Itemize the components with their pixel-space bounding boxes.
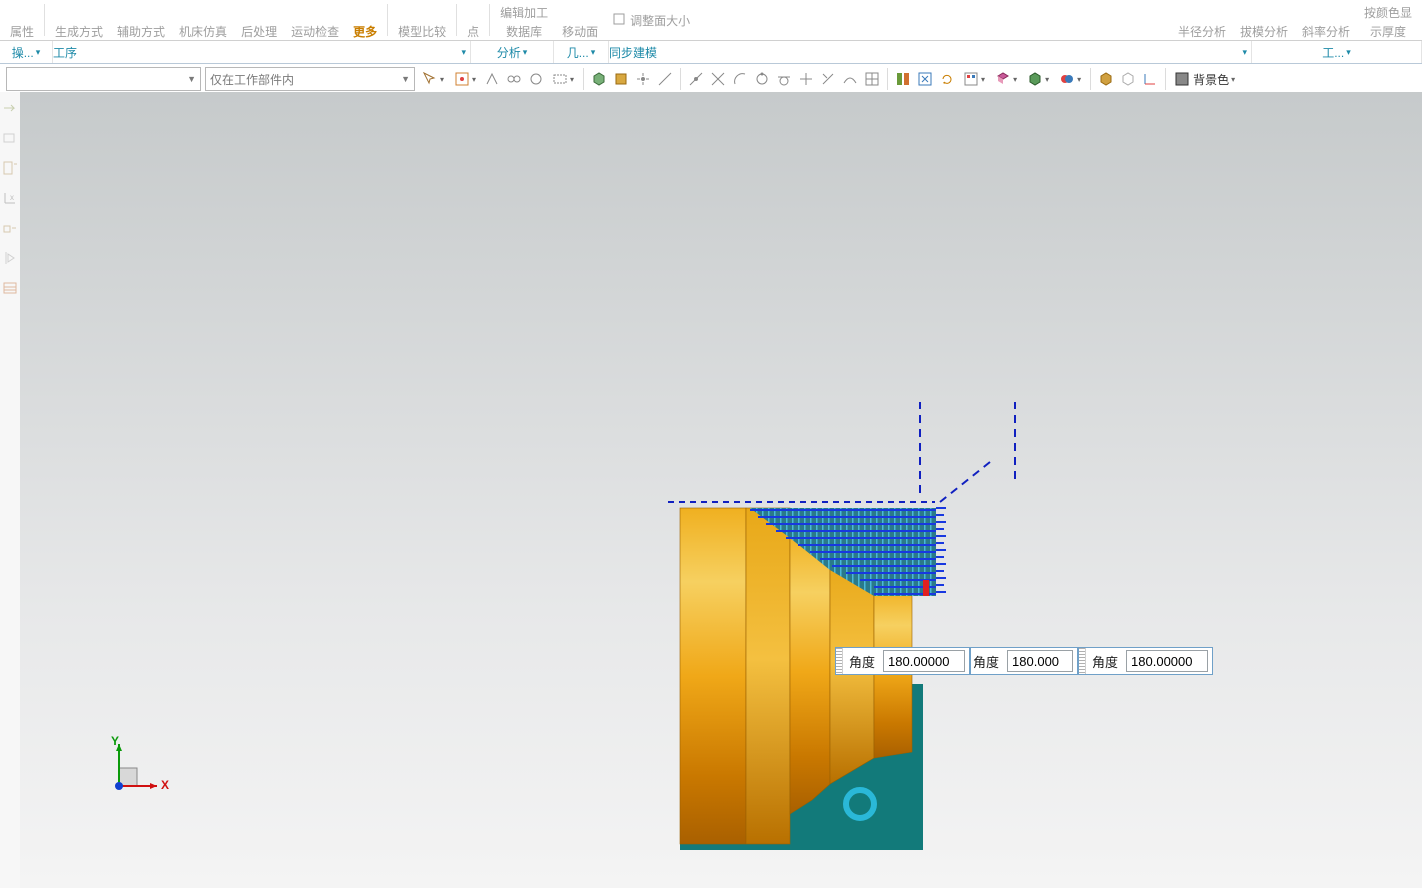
palette-tool-7[interactable]	[2, 278, 18, 298]
chain-icon[interactable]	[505, 70, 523, 88]
layer-settings-icon[interactable]: ▾	[960, 68, 988, 90]
ribbon-cmd-postprocess[interactable]: 后处理	[235, 0, 283, 40]
snap-tangent-icon[interactable]	[775, 70, 793, 88]
ribbon-commands-row: 属性 生成方式 辅助方式 机床仿真 后处理 运动检查 更多 模型比较 点 编辑加…	[0, 0, 1422, 41]
separator	[583, 68, 584, 90]
angle-box-3[interactable]: 角度	[1078, 647, 1213, 675]
ribbon-cmd-resize-face[interactable]: 调整面大小	[606, 0, 696, 40]
angle-box-2[interactable]: 角度	[970, 647, 1078, 675]
rect-select-icon[interactable]: ▾	[549, 68, 577, 90]
triad-y-label: Y	[111, 734, 119, 748]
ribbon-cmd-properties[interactable]: 属性	[4, 0, 40, 40]
palette-tool-4[interactable]: x	[2, 188, 18, 208]
scope-filter-combo[interactable]: 仅在工作部件内▼	[205, 67, 415, 91]
drag-grip-icon[interactable]	[836, 648, 843, 674]
section-tools[interactable]: 工...▾	[1252, 41, 1422, 63]
ribbon-cmd-generate[interactable]: 生成方式	[49, 0, 109, 40]
palette-tool-2[interactable]	[2, 128, 18, 148]
section-analyze[interactable]: 分析▾	[471, 41, 554, 63]
angle-input-group: 角度 角度 角度	[835, 647, 1213, 675]
highlight-icon[interactable]: ▾	[451, 68, 479, 90]
palette-tool-1[interactable]	[2, 98, 18, 118]
cad-model	[660, 402, 1020, 862]
section-geometry[interactable]: 几...▾	[554, 41, 609, 63]
ribbon-cmd-motion-check[interactable]: 运动检查	[285, 0, 345, 40]
separator	[456, 4, 457, 36]
snap-mid-icon[interactable]	[687, 70, 705, 88]
snap-end-icon[interactable]	[656, 70, 674, 88]
view-fit-icon[interactable]	[916, 70, 934, 88]
svg-text:x: x	[10, 193, 14, 202]
view-triad: Y X	[105, 738, 175, 798]
ribbon-cmd-edit-machining[interactable]: 编辑加工 数据库	[494, 0, 554, 40]
snap-perp-icon[interactable]	[819, 70, 837, 88]
separator	[1165, 68, 1166, 90]
resize-face-icon	[612, 12, 626, 29]
section-sync-modeling[interactable]: 同步建模▾	[609, 41, 1252, 63]
ribbon-cmd-radius-analysis[interactable]: 半径分析	[1172, 0, 1232, 40]
triad-x-label: X	[161, 778, 169, 792]
snap-point-icon[interactable]	[634, 70, 652, 88]
ribbon-cmd-move-face[interactable]: 移动面	[556, 0, 604, 40]
view-layout-icon[interactable]	[894, 70, 912, 88]
block-icon[interactable]	[612, 70, 630, 88]
ribbon-cmd-machine-sim[interactable]: 机床仿真	[173, 0, 233, 40]
graphics-viewport[interactable]: YM ZM 角度 角度 角度 Y X	[20, 92, 1422, 888]
angle-input-3[interactable]	[1126, 650, 1208, 672]
ribbon-cmd-point[interactable]: 点	[461, 0, 485, 40]
wcs-icon[interactable]	[1141, 70, 1159, 88]
background-color-button[interactable]: 背景色 ▾	[1172, 68, 1238, 90]
snap-on-curve-icon[interactable]	[841, 70, 859, 88]
snap-arc-center-icon[interactable]	[731, 70, 749, 88]
section-process[interactable]: 工序▾	[53, 41, 471, 63]
type-filter-combo[interactable]: ▼	[6, 67, 201, 91]
separator	[887, 68, 888, 90]
display-mode-icon[interactable]: ▾	[1056, 68, 1084, 90]
box-select-icon[interactable]	[527, 70, 545, 88]
render-style-icon[interactable]: ▾	[1024, 68, 1052, 90]
ribbon-cmd-more[interactable]: 更多	[347, 0, 383, 40]
ribbon-cmd-slope-analysis[interactable]: 斜率分析	[1296, 0, 1356, 40]
toggle-select-icon[interactable]: ▾	[419, 68, 447, 90]
ribbon-cmd-color-thickness[interactable]: 按颜色显 示厚度	[1358, 0, 1418, 40]
separator	[489, 4, 490, 36]
selection-toolbar: ▼ 仅在工作部件内▼ ▾ ▾ ▾ ▾ ▾ ▾ ▾ 背景色 ▾	[0, 64, 1422, 95]
left-tool-palette: x	[0, 92, 21, 888]
unblank-icon[interactable]	[1119, 70, 1137, 88]
separator	[1090, 68, 1091, 90]
angle-label: 角度	[971, 652, 1005, 671]
angle-input-1[interactable]	[883, 650, 965, 672]
angle-input-2[interactable]	[1007, 650, 1073, 672]
angle-label: 角度	[843, 652, 881, 671]
ribbon-section-labels: 操...▾ 工序▾ 分析▾ 几...▾ 同步建模▾ 工...▾	[0, 41, 1422, 64]
angle-box-1[interactable]: 角度	[835, 647, 970, 675]
ribbon-cmd-aux[interactable]: 辅助方式	[111, 0, 171, 40]
drag-grip-icon[interactable]	[1079, 648, 1086, 674]
snap-grid-icon[interactable]	[863, 70, 881, 88]
palette-tool-6[interactable]	[2, 248, 18, 268]
snap-intersect-icon[interactable]	[709, 70, 727, 88]
poly-select-icon[interactable]	[483, 70, 501, 88]
clip-plane-icon[interactable]: ▾	[992, 68, 1020, 90]
cube-icon[interactable]	[590, 70, 608, 88]
refresh-icon[interactable]	[938, 70, 956, 88]
section-operations[interactable]: 操...▾	[0, 41, 53, 63]
separator	[44, 4, 45, 36]
ribbon-cmd-model-compare[interactable]: 模型比较	[392, 0, 452, 40]
snap-quadrant-icon[interactable]	[753, 70, 771, 88]
ribbon-cmd-draft-analysis[interactable]: 拔模分析	[1234, 0, 1294, 40]
angle-label: 角度	[1086, 652, 1124, 671]
palette-tool-5[interactable]	[2, 218, 18, 238]
palette-tool-3[interactable]	[2, 158, 18, 178]
snap-cross-icon[interactable]	[797, 70, 815, 88]
separator	[680, 68, 681, 90]
blank-icon[interactable]	[1097, 70, 1115, 88]
separator	[387, 4, 388, 36]
